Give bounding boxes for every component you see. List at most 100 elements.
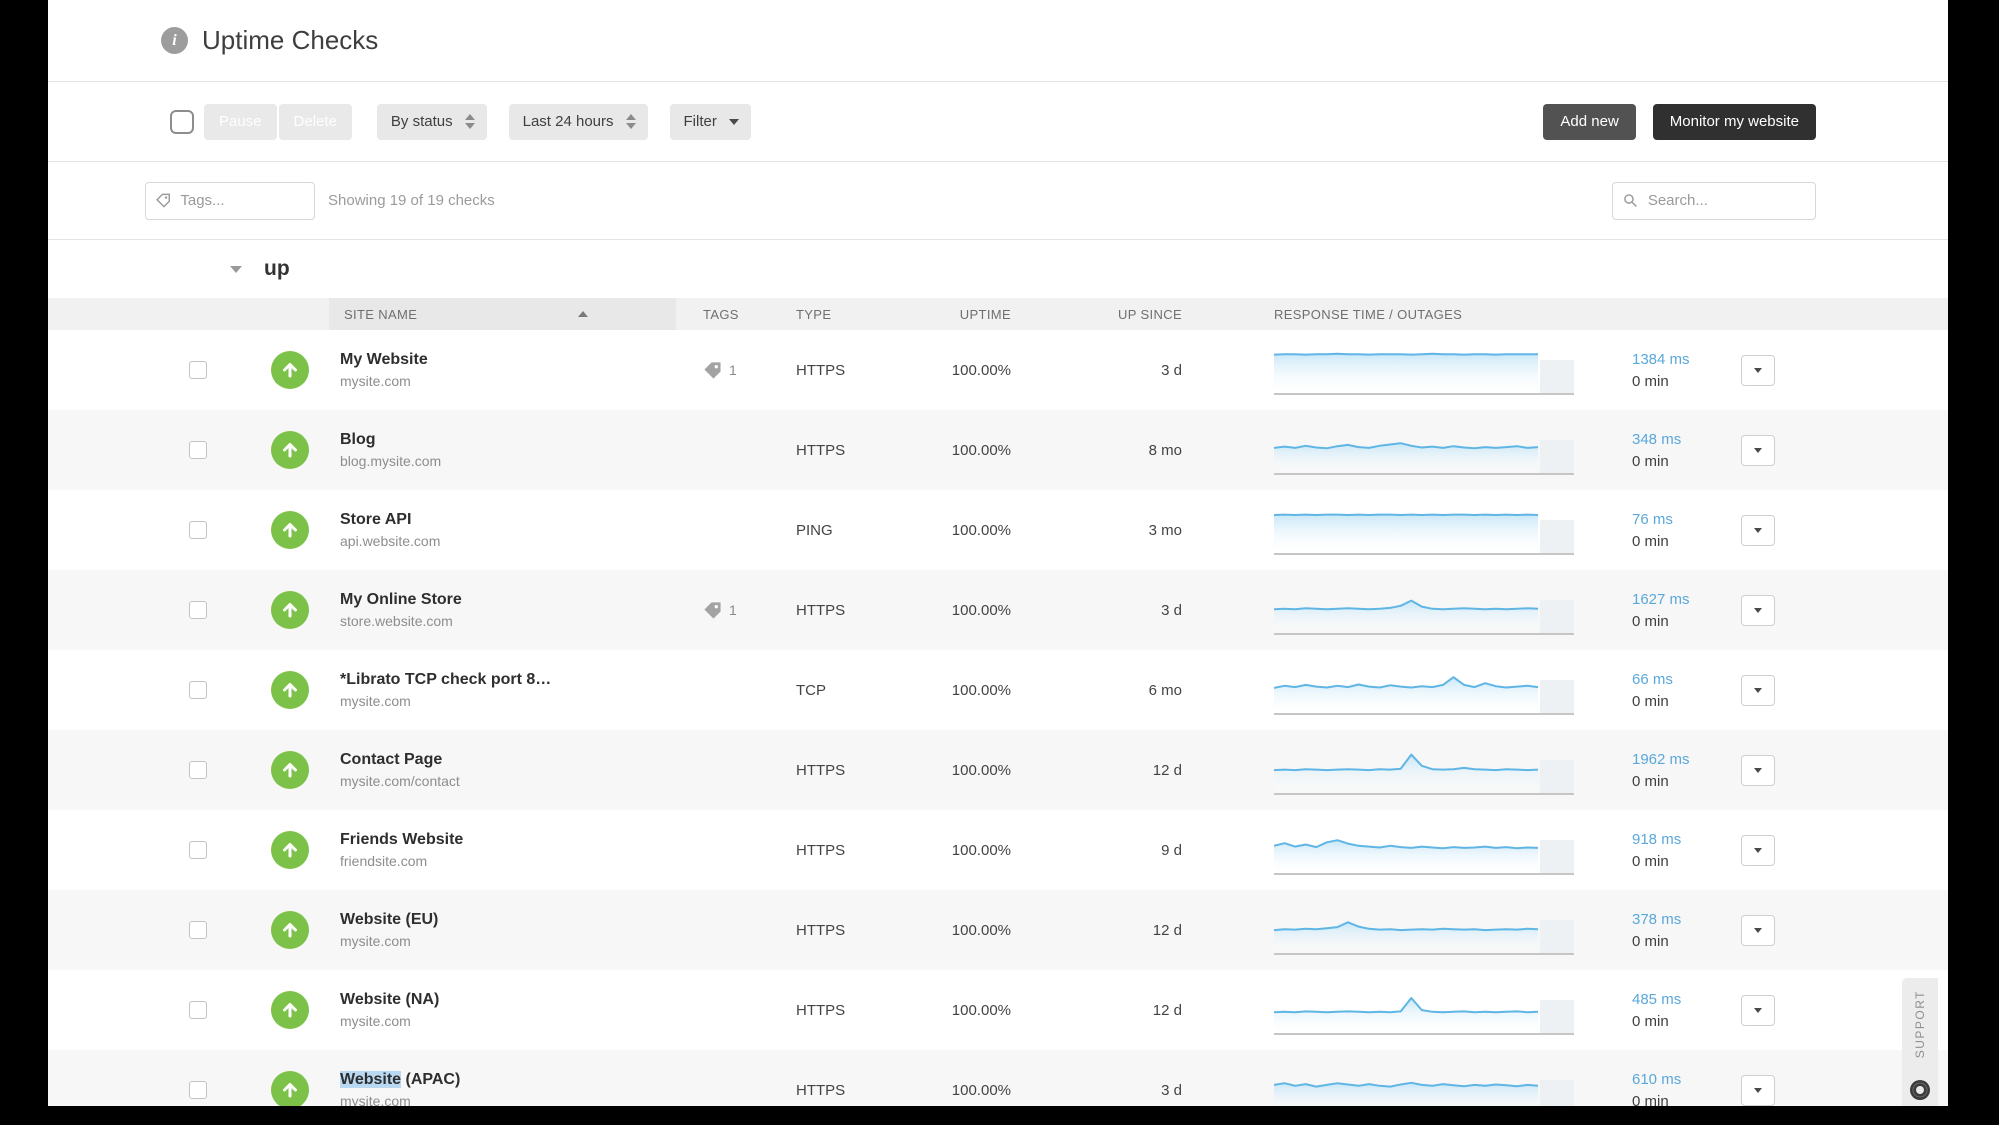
row-checkbox[interactable] [189,601,207,619]
row-actions-button[interactable] [1741,994,1775,1026]
table-row[interactable]: Friends Website friendsite.com HTTPS 100… [48,810,1948,890]
row-actions-button[interactable] [1741,594,1775,626]
table-row[interactable]: Blog blog.mysite.com HTTPS 100.00% 8 mo … [48,410,1948,490]
column-header-uptime[interactable]: UPTIME [901,307,1011,322]
row-actions-button[interactable] [1741,914,1775,946]
info-icon[interactable]: i [161,27,188,54]
table-header: SITE NAME TAGS TYPE UPTIME UP SINCE RESP… [48,298,1948,330]
search-input[interactable] [1645,191,1805,210]
uptime-value: 100.00% [951,681,1011,699]
row-actions-button[interactable] [1741,514,1775,546]
up-since-value: 12 d [1152,1001,1182,1019]
table-row[interactable]: My Online Store store.website.com 1 HTTP… [48,570,1948,650]
row-checkbox[interactable] [189,521,207,539]
uptime-value: 100.00% [951,761,1011,779]
filter-dropdown[interactable]: Filter [669,103,751,140]
row-checkbox[interactable] [189,681,207,699]
response-time-link[interactable]: 918 ms [1632,831,1741,848]
pause-button[interactable]: Pause [204,103,277,140]
select-all-checkbox[interactable] [170,109,194,134]
row-actions-button[interactable] [1741,1074,1775,1106]
check-type: HTTPS [796,1081,846,1099]
site-name[interactable]: Blog [340,431,676,449]
site-name[interactable]: *Librato TCP check port 8… [340,671,676,689]
chevron-down-icon [1754,607,1762,613]
up-since-value: 12 d [1152,761,1182,779]
site-name[interactable]: Website (APAC) [340,1071,676,1089]
response-sparkline [1274,997,1574,1035]
row-checkbox[interactable] [189,1001,207,1019]
status-up-icon [271,831,309,869]
tags-input[interactable] [178,191,304,210]
tag-count-badge: 1 [703,601,737,620]
collapse-section-icon[interactable] [230,265,242,273]
row-actions-button[interactable] [1741,754,1775,786]
site-domain: mysite.com/contact [340,773,460,789]
response-time-link[interactable]: 1627 ms [1632,591,1741,608]
column-header-type[interactable]: TYPE [796,307,901,322]
sparkline-cell [1182,582,1576,638]
delete-button[interactable]: Delete [278,103,352,140]
chevron-down-icon [1754,1007,1762,1013]
row-checkbox[interactable] [189,1081,207,1099]
add-new-button[interactable]: Add new [1543,103,1636,140]
row-checkbox[interactable] [189,841,207,859]
page-header: i Uptime Checks [48,0,1948,82]
site-domain: api.website.com [340,533,441,549]
row-actions-button[interactable] [1741,434,1775,466]
section-label: up [264,257,290,280]
response-time-link[interactable]: 378 ms [1632,911,1741,928]
response-time-link[interactable]: 610 ms [1632,1071,1741,1088]
chevron-down-icon [1754,527,1762,533]
site-name[interactable]: My Website [340,351,676,369]
site-name[interactable]: Website (NA) [340,991,676,1009]
response-sparkline [1274,839,1574,875]
row-checkbox[interactable] [189,761,207,779]
table-row[interactable]: Website (APAC) mysite.com HTTPS 100.00% … [48,1050,1948,1106]
column-header-up-since[interactable]: UP SINCE [1011,307,1182,322]
support-tab[interactable]: SUPPORT [1902,978,1938,1106]
row-actions-button[interactable] [1741,834,1775,866]
column-header-tags[interactable]: TAGS [676,307,796,322]
response-sparkline [1274,753,1574,795]
response-time-link[interactable]: 348 ms [1632,431,1741,448]
response-time-link[interactable]: 1962 ms [1632,751,1741,768]
response-time-link[interactable]: 76 ms [1632,511,1741,528]
by-status-dropdown[interactable]: By status [376,103,487,140]
response-time-link[interactable]: 66 ms [1632,671,1741,688]
site-domain: blog.mysite.com [340,453,442,469]
time-range-dropdown[interactable]: Last 24 hours [508,103,648,140]
chevron-down-icon [1754,847,1762,853]
up-since-value: 3 mo [1148,521,1182,539]
monitor-my-website-button[interactable]: Monitor my website [1652,103,1816,140]
row-checkbox[interactable] [189,441,207,459]
column-header-response[interactable]: RESPONSE TIME / OUTAGES [1182,307,1576,322]
row-actions-button[interactable] [1741,674,1775,706]
table-row[interactable]: Contact Page mysite.com/contact HTTPS 10… [48,730,1948,810]
site-name[interactable]: Contact Page [340,751,676,769]
table-row[interactable]: Website (EU) mysite.com HTTPS 100.00% 12… [48,890,1948,970]
column-header-site-name[interactable]: SITE NAME [329,298,676,330]
site-name[interactable]: Friends Website [340,831,676,849]
by-status-label: By status [390,113,453,130]
table-row[interactable]: *Librato TCP check port 8… mysite.com TC… [48,650,1948,730]
life-ring-icon [1910,1080,1930,1100]
response-time-link[interactable]: 485 ms [1632,991,1741,1008]
up-since-value: 12 d [1152,921,1182,939]
table-row[interactable]: My Website mysite.com 1 HTTPS 100.00% 3 … [48,330,1948,410]
row-checkbox[interactable] [189,361,207,379]
tag-count: 1 [729,602,737,618]
response-time-link[interactable]: 1384 ms [1632,351,1741,368]
table-row[interactable]: Website (NA) mysite.com HTTPS 100.00% 12… [48,970,1948,1050]
sparkline-cell [1182,502,1576,558]
row-actions-button[interactable] [1741,354,1775,386]
site-name[interactable]: Store API [340,511,676,529]
sort-ascending-icon [578,311,588,317]
site-name[interactable]: Website (EU) [340,911,676,929]
status-up-icon [271,591,309,629]
check-type: TCP [796,681,826,699]
row-checkbox[interactable] [189,921,207,939]
app-window: i Uptime Checks Pause Delete By status L… [48,0,1948,1106]
table-row[interactable]: Store API api.website.com PING 100.00% 3… [48,490,1948,570]
site-name[interactable]: My Online Store [340,591,676,609]
